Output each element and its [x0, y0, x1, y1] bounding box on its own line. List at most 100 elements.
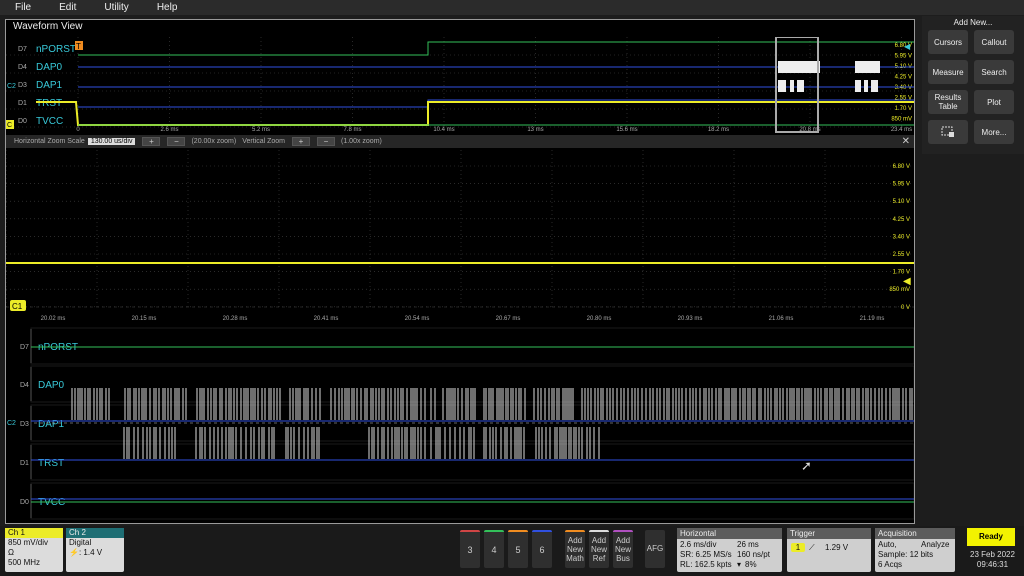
overview-c2-marker: C2: [7, 83, 16, 90]
acquisition-count: 6 Acqs: [878, 560, 903, 569]
add-new-title: Add New...: [953, 18, 993, 27]
search-button[interactable]: Search: [974, 60, 1014, 84]
overview-nporst-trace: [78, 41, 914, 56]
waveform-view-title: Waveform View: [13, 21, 83, 32]
menu-file[interactable]: File: [15, 2, 31, 13]
h-zoom-value[interactable]: 130.00 us/div: [87, 138, 136, 145]
analog-zoom-panel[interactable]: 6.80 V 5.95 V 5.10 V 4.25 V 3.40 V 2.55 V 1.70…: [6, 150, 914, 325]
ch1-scale: 850 mV/div: [8, 538, 49, 547]
overview-label-dap0[interactable]: DAP0: [36, 62, 63, 73]
trigger-title: Trigger: [787, 528, 871, 539]
analog-volt-tick: 4.25 V: [893, 217, 910, 223]
more-button[interactable]: More...: [974, 120, 1014, 144]
overview-panel[interactable]: C2 D7 nPORSTD4 DAP0D3 DAP1D1 TRSTD0 TVCC 6.80…: [6, 37, 914, 133]
digital-label-dap0[interactable]: DAP0: [38, 380, 65, 391]
acquisition-resolution: Sample: 12 bits: [878, 550, 934, 559]
overview-time-tick: 0: [76, 127, 80, 133]
cursors-button[interactable]: Cursors: [928, 30, 968, 54]
overview-time-tick: 13 ms: [527, 127, 543, 133]
digital-tag-trst: D1: [20, 460, 29, 467]
trigger-badge[interactable]: Trigger 1 ⟋ 1.29 V: [787, 528, 871, 572]
ch6-button-label: 6: [539, 545, 545, 555]
ch6-button[interactable]: 6: [532, 530, 552, 568]
v-zoom-minus-button[interactable]: −: [317, 137, 336, 146]
overview-dap1-bursts: [778, 80, 878, 92]
digital-row-frame: [30, 482, 914, 520]
ch3-button[interactable]: 3: [460, 530, 480, 568]
trigger-level: 1.29 V: [825, 543, 849, 552]
afg-button[interactable]: AFG: [645, 530, 665, 568]
menu-utility[interactable]: Utility: [104, 2, 128, 13]
analog-time-tick: 20.02 ms: [41, 316, 66, 322]
analog-trigger-arrow[interactable]: ◀: [903, 276, 911, 287]
overview-tag-tvcc: D0: [18, 118, 27, 125]
digital-row-frame: [30, 443, 914, 481]
overview-time-tick: 23.4 ms: [891, 127, 912, 133]
overview-tag-nporst: D7: [18, 46, 27, 53]
h-zoom-label: Horizontal Zoom Scale: [14, 138, 85, 145]
ch5-button[interactable]: 5: [508, 530, 528, 568]
waveform-view[interactable]: Waveform View C2 D7 nPORST D4 DAP0 D3 DAP1 D1 T…: [5, 19, 915, 524]
analog-volt-tick: 0 V: [901, 305, 910, 311]
zoom-bar: Horizontal Zoom Scale 130.00 us/div + − …: [6, 135, 914, 148]
run-status-button[interactable]: Ready: [967, 528, 1015, 546]
overview-dap0-burst-2: [855, 61, 880, 73]
add-new-math-button[interactable]: Add New Math: [565, 530, 585, 568]
analog-time-tick: 20.80 ms: [587, 316, 612, 322]
zoom-close-icon[interactable]: ✕: [902, 136, 910, 147]
bottom-bar: Ch 1 850 mV/div Ω 500 MHz Ch 2 Digital ⚡…: [0, 526, 1024, 576]
analog-volt-tick: 1.70 V: [893, 270, 910, 276]
horizontal-scale: 2.6 ms/div: [680, 540, 717, 549]
dap0-bus-activity: [71, 388, 913, 420]
overview-trigger-level-arrow[interactable]: ◀: [904, 42, 911, 51]
overview-volt-tick: 4.25 V: [895, 75, 912, 81]
ch1-badge[interactable]: Ch 1 850 mV/div Ω 500 MHz: [5, 528, 63, 572]
overview-label-trst[interactable]: TRST: [36, 98, 62, 109]
overview-label-tvcc[interactable]: TVCC: [36, 116, 63, 127]
analog-time-tick: 21.19 ms: [860, 316, 885, 322]
analog-time-tick: 20.93 ms: [678, 316, 703, 322]
ch1-label: Ch 1: [5, 528, 63, 538]
digital-c2-marker: C2: [7, 420, 16, 427]
plot-button[interactable]: Plot: [974, 90, 1014, 114]
add-new-bus-button[interactable]: Add New Bus: [613, 530, 633, 568]
analog-volt-tick: 850 mV: [889, 287, 910, 293]
overview-volt-tick: 1.70 V: [895, 106, 912, 112]
zoom-icon-button[interactable]: [928, 120, 968, 144]
callout-button[interactable]: Callout: [974, 30, 1014, 54]
analog-time-tick: 20.15 ms: [132, 316, 157, 322]
h-zoom-minus-button[interactable]: −: [167, 137, 186, 146]
analog-time-tick: 20.54 ms: [405, 316, 430, 322]
ch2-threshold: ⚡: 1.4 V: [69, 548, 103, 557]
v-zoom-plus-button[interactable]: +: [292, 137, 311, 146]
overview-dap0-burst-1: [778, 61, 820, 73]
menu-help[interactable]: Help: [157, 2, 178, 13]
horizontal-badge[interactable]: Horizontal 2.6 ms/div 26 ms SR: 6.25 MS/…: [677, 528, 782, 572]
acquisition-badge[interactable]: Acquisition Auto, Analyze Sample: 12 bit…: [875, 528, 955, 572]
digital-zoom-panel[interactable]: D7 nPORSTD4 DAP0D3 DAP1D1 TRSTD0 TVCC C2 ➚: [6, 326, 914, 522]
digital-tag-dap1: D3: [20, 421, 29, 428]
sample-rate: SR: 6.25 MS/s: [680, 550, 732, 559]
overview-volt-tick: 2.55 V: [895, 96, 912, 102]
digital-tag-tvcc: D0: [20, 499, 29, 506]
h-zoom-plus-button[interactable]: +: [142, 137, 161, 146]
add-new-math-label: Add New Math: [566, 536, 584, 563]
menu-edit[interactable]: Edit: [59, 2, 76, 13]
ch5-button-label: 5: [515, 545, 521, 555]
ch1-bandwidth: 500 MHz: [8, 558, 41, 567]
ch2-badge[interactable]: Ch 2 Digital ⚡: 1.4 V: [66, 528, 124, 572]
date: 23 Feb 2022: [970, 550, 1015, 559]
overview-time-tick: 5.2 ms: [252, 127, 270, 133]
overview-label-nporst[interactable]: nPORST: [36, 44, 76, 55]
overview-tag-dap0: D4: [18, 64, 27, 71]
analog-time-tick: 21.06 ms: [769, 316, 794, 322]
ch4-button[interactable]: 4: [484, 530, 504, 568]
overview-label-dap1[interactable]: DAP1: [36, 80, 63, 91]
measure-button[interactable]: Measure: [928, 60, 968, 84]
c1-ground-label: C1: [12, 302, 23, 311]
ch3-button-label: 3: [467, 545, 473, 555]
results-table-button[interactable]: Results Table: [928, 90, 968, 114]
analog-time-tick: 20.41 ms: [314, 316, 339, 322]
add-new-bus-label: Add New Bus: [614, 536, 631, 563]
add-new-ref-button[interactable]: Add New Ref: [589, 530, 609, 568]
